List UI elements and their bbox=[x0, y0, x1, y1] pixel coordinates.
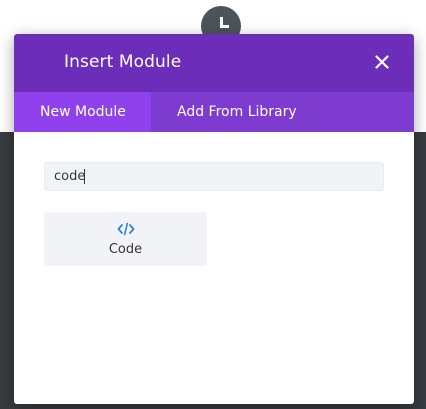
tab-new-module[interactable]: New Module bbox=[14, 92, 151, 132]
close-icon bbox=[375, 55, 389, 69]
module-label: Code bbox=[108, 242, 143, 257]
module-code[interactable]: Code bbox=[44, 212, 207, 266]
tab-add-from-library[interactable]: Add From Library bbox=[151, 92, 331, 132]
text-cursor bbox=[84, 169, 85, 184]
modal-header: Insert Module bbox=[14, 34, 414, 92]
modal-tabs: New Module Add From Library bbox=[14, 92, 414, 132]
code-icon bbox=[117, 222, 135, 236]
modal-title: Insert Module bbox=[64, 52, 182, 72]
search-input[interactable] bbox=[44, 162, 384, 191]
insert-module-modal: Insert Module New Module Add From Librar… bbox=[14, 34, 414, 404]
close-button[interactable] bbox=[372, 52, 392, 72]
